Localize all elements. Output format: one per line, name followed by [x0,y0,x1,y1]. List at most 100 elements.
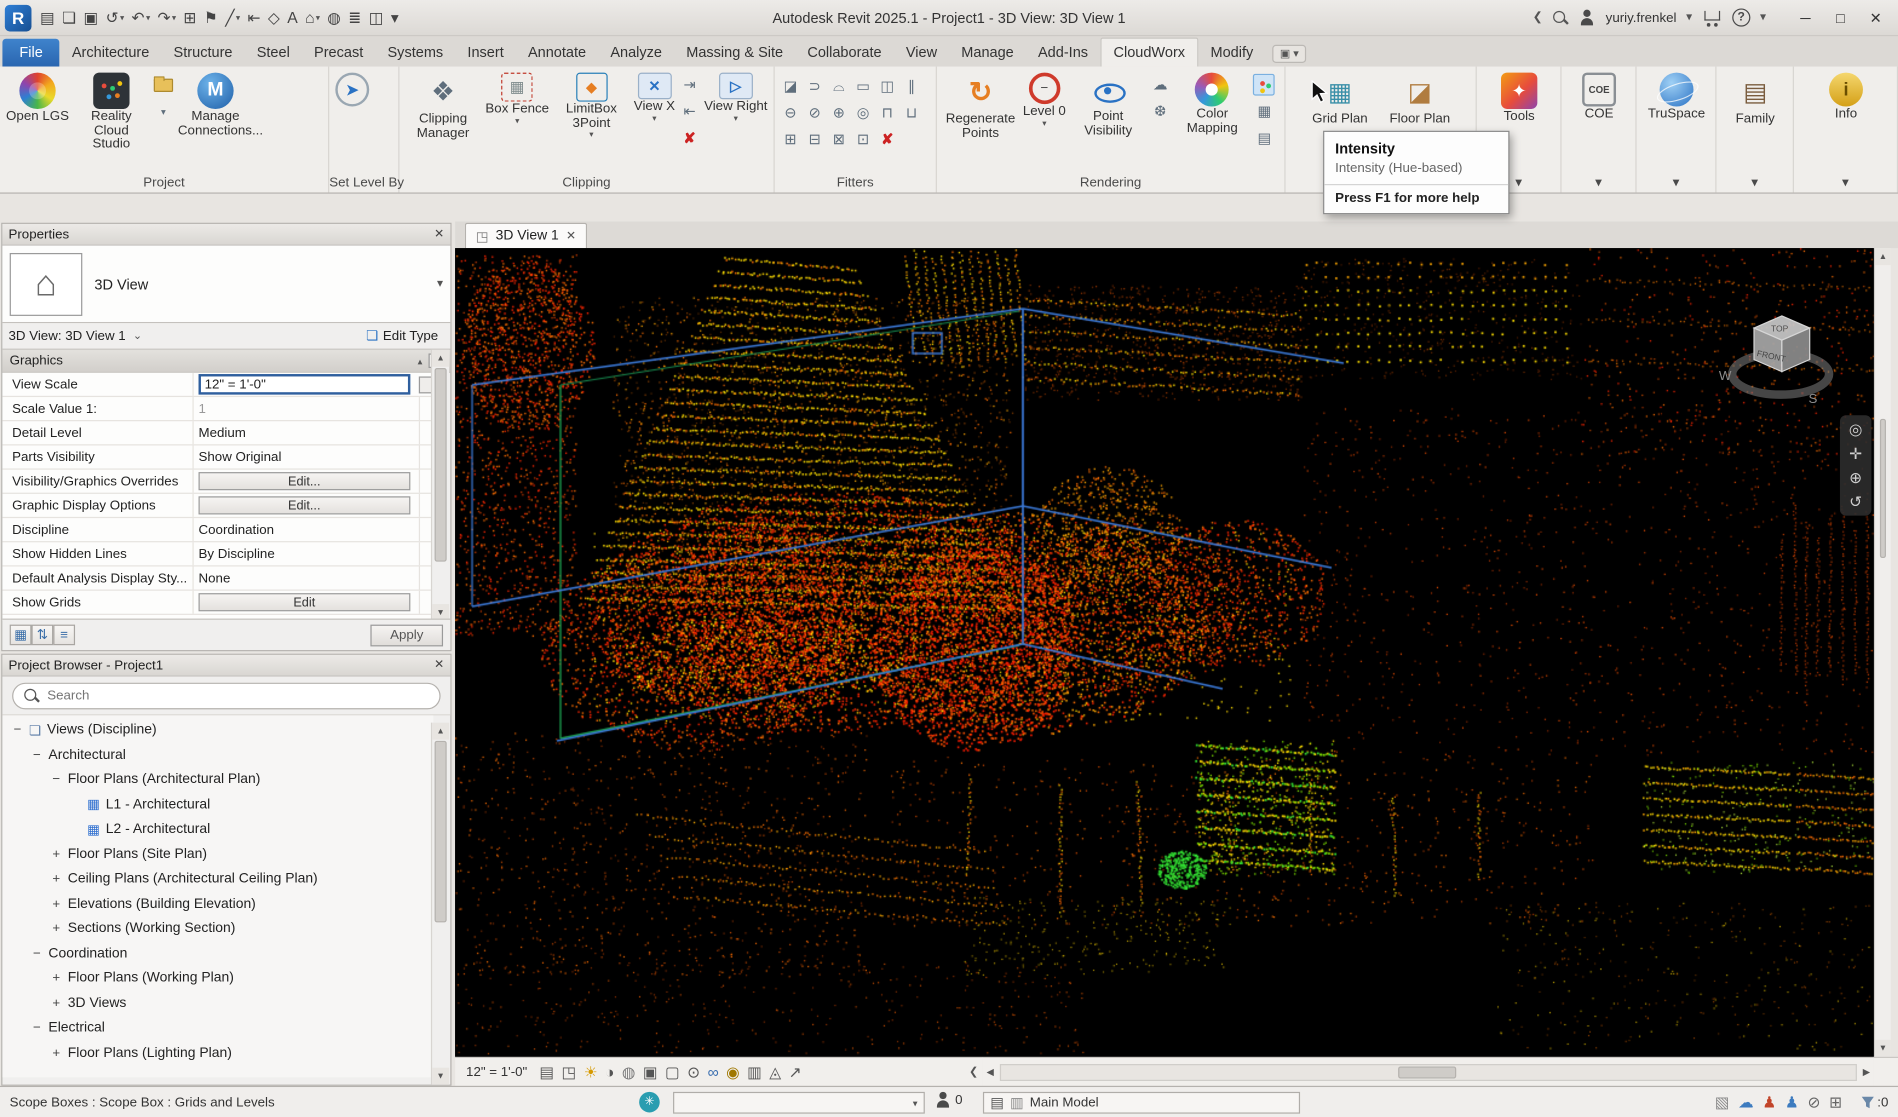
tab-massing-site[interactable]: Massing & Site [674,39,795,67]
tree-item[interactable]: ▦L1 - Architectural [2,792,433,817]
visual-style-icon[interactable]: ◳ [562,1062,577,1081]
viewport-horizontal-scrollbar[interactable]: ◀ ▶ [983,1057,1874,1086]
tree-item[interactable]: +3D Views [2,991,433,1016]
tab-annotate[interactable]: Annotate [516,39,598,67]
orbit-icon[interactable]: ↺ [1849,494,1862,510]
unlocked-view-icon[interactable]: ⊙ [687,1062,700,1081]
fitter-icon-2[interactable]: ⊃ [804,75,826,97]
clipping-manager-button[interactable]: ❖ Clipping Manager [404,70,481,143]
tree-expander[interactable]: + [51,847,62,862]
tab-file[interactable]: File [2,39,59,67]
fitter-icon-15[interactable]: ⊠ [828,128,850,150]
properties-scrollbar[interactable]: ▲ ▼ [431,350,449,621]
tree-expander[interactable]: + [51,921,62,936]
customize-qat-icon[interactable]: ▾ [387,3,402,32]
scrollbar-track[interactable] [1000,1063,1857,1080]
fitter-icon-9[interactable]: ⊕ [828,102,850,124]
view-x-button[interactable]: ✕ View X ▾ [633,70,677,125]
fitter-icon-12[interactable]: ⊔ [901,102,923,124]
scrollbar-thumb[interactable] [1398,1066,1456,1078]
clip-outward-icon[interactable]: ⇤ [679,100,701,122]
scroll-right-icon[interactable]: ▶ [1859,1066,1874,1077]
tree-item[interactable]: −Electrical [2,1016,433,1041]
ribbon-options-button[interactable]: ▣ ▾ [1273,45,1306,63]
maximize-button[interactable]: □ [1823,0,1858,35]
tree-item[interactable]: −Architectural [2,743,433,768]
property-value[interactable]: Medium [194,421,419,444]
detail-level-icon[interactable]: ▤ [539,1062,554,1081]
property-value-input[interactable]: 12" = 1'-0" [199,374,410,395]
tag-icon[interactable]: ◇ [264,3,283,32]
limitbox-3point-dropdown-icon[interactable]: ▾ [589,132,593,139]
intensity-icon[interactable] [1253,74,1275,96]
tree-expander[interactable]: + [51,897,62,912]
close-button[interactable]: ✕ [1858,0,1893,35]
recent-documents-icon[interactable]: ▤ [36,3,58,32]
scrollbar-thumb[interactable] [1880,419,1886,558]
tools-button[interactable]: ✦ Tools [1500,70,1539,126]
fitter-icon-17[interactable]: ✘ [876,128,898,150]
project-browser-close-icon[interactable]: ✕ [434,659,444,672]
regenerate-points-button[interactable]: ↻ Regenerate Points [942,70,1019,143]
active-users-icon[interactable]: ♟ [1785,1094,1799,1110]
tree-item[interactable]: −Floor Plans (Architectural Plan) [2,767,433,792]
scroll-up-icon[interactable]: ▲ [432,350,449,367]
level-0-button[interactable]: − Level 0 ▾ [1022,70,1067,130]
tab-view[interactable]: View [894,39,949,67]
limitbox-3point-button[interactable]: ◆ LimitBox 3Point ▾ [553,70,630,141]
fitter-icon-1[interactable]: ◪ [780,75,802,97]
aligned-dimension-icon[interactable]: ⇤ [244,3,264,32]
set-level-by-button[interactable]: ➤ [334,70,370,109]
graphics-section-header[interactable]: Graphics ▴ ≡ [2,350,450,373]
measure-icon[interactable]: ╱▾ [222,3,244,32]
view-cube[interactable]: W S TOP FRONT [1712,297,1855,423]
fitter-icon-4[interactable]: ▭ [852,75,874,97]
panel-flyout-truspace-icon[interactable]: ▾ [1637,174,1716,190]
render-dialog-icon[interactable]: ◍ [622,1062,636,1081]
sort-ascending-icon[interactable]: ⇅ [31,624,53,645]
level-0-dropdown-icon[interactable]: ▾ [1042,120,1046,127]
tab-add-ins[interactable]: Add-Ins [1026,39,1100,67]
help-menu-chevron-icon[interactable]: ▾ [1760,11,1766,24]
active-workset-dropdown[interactable]: ▤ ▥ Main Model [983,1092,1300,1114]
tab-precast[interactable]: Precast [302,39,375,67]
tree-item[interactable]: +Sections (Working Section) [2,916,433,941]
fitter-icon-3[interactable]: ⌓ [828,75,850,97]
tree-expander[interactable]: + [51,996,62,1011]
revit-logo[interactable]: R [5,4,32,31]
scroll-up-icon[interactable]: ▲ [1875,248,1891,265]
design-options-chevron-icon[interactable]: ▾ [913,1097,918,1108]
collapse-search-icon[interactable]: ❮ [1533,11,1543,24]
tree-item[interactable]: +Floor Plans (Lighting Plan) [2,1040,433,1065]
open-folder-icon[interactable] [153,74,175,96]
reveal-hidden-icon[interactable]: ◉ [726,1062,740,1081]
view-right-dropdown-icon[interactable]: ▾ [734,116,738,123]
user-name[interactable]: yuriy.frenkel [1606,10,1677,25]
editing-requests[interactable]: 0 [935,1092,963,1109]
default-3d-view-icon[interactable]: ⌂▾ [301,3,323,32]
redo-icon[interactable]: ↷▾ [154,3,180,32]
point-visibility-button[interactable]: Point Visibility [1069,70,1146,140]
tab-modify[interactable]: Modify [1198,39,1265,67]
app-store-cart-icon[interactable] [1702,8,1723,26]
cloud-update-icon[interactable]: ☁ [1149,74,1171,96]
clip-inward-icon[interactable]: ⇥ [679,74,701,96]
fitter-icon-11[interactable]: ⊓ [876,102,898,124]
property-value[interactable]: None [194,567,419,590]
property-value[interactable]: Show Original [194,445,419,468]
temporary-view-properties-icon[interactable]: ▥ [747,1062,762,1081]
viewcube-south-label[interactable]: S [1808,391,1817,406]
scrollbar-thumb[interactable] [435,741,447,923]
tab-collaborate[interactable]: Collaborate [795,39,894,67]
instance-name[interactable]: 3D View: 3D View 1 [8,329,125,344]
tree-expander[interactable]: − [51,773,62,788]
worksharing-display-icon[interactable]: ▧ [1715,1094,1730,1110]
tab-steel[interactable]: Steel [245,39,302,67]
browser-scrollbar[interactable]: ▲ ▼ [431,723,449,1085]
panel-flyout-coe-icon[interactable]: ▾ [1562,174,1636,190]
3d-viewport[interactable]: W S TOP FRONT ◎✛⊕↺ [455,248,1874,1057]
tree-item[interactable]: −❏Views (Discipline) [2,718,433,743]
sun-path-icon[interactable]: ☀ [584,1062,598,1081]
info-button[interactable]: i Info [1828,70,1864,124]
selection-filter[interactable]: :0 [1860,1095,1888,1110]
